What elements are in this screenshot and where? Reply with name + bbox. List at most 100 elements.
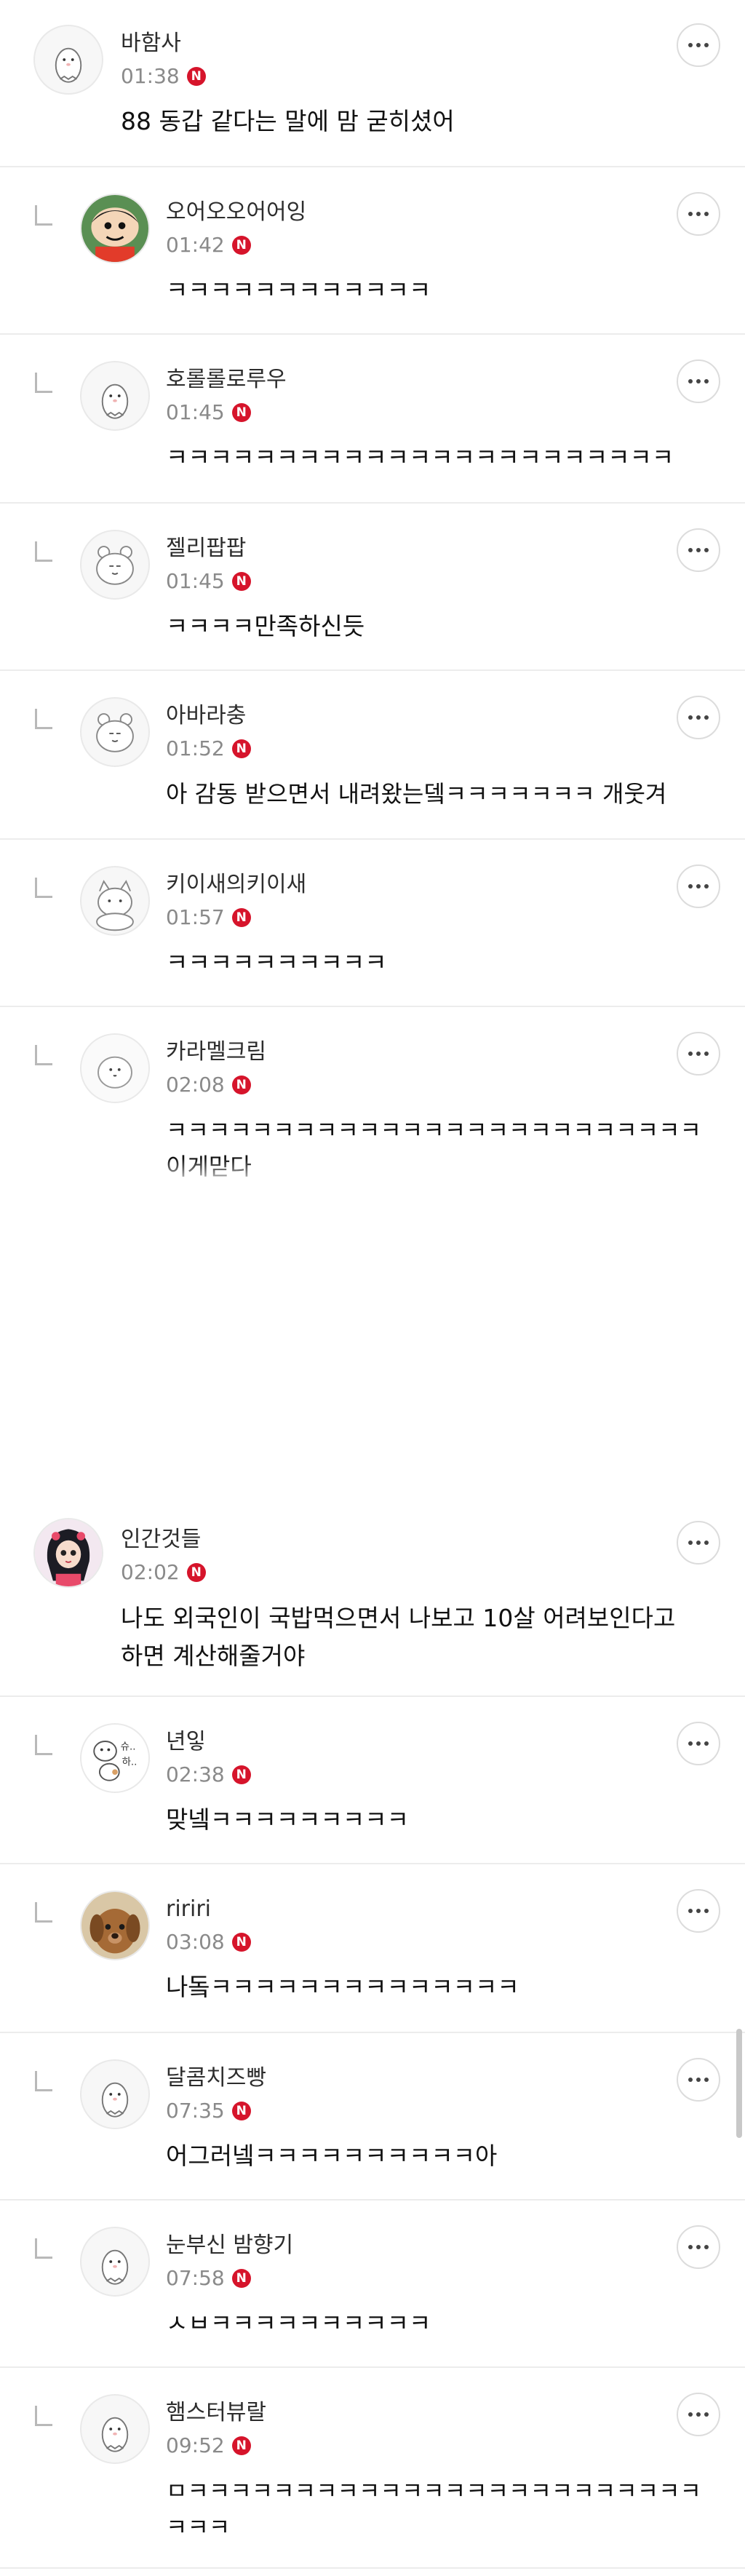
ghost-icon xyxy=(101,383,129,419)
new-badge-icon: N xyxy=(231,1765,251,1784)
ghost-icon xyxy=(101,2249,129,2285)
new-badge-icon: N xyxy=(186,1563,206,1582)
svg-text:슈..: 슈.. xyxy=(121,1741,136,1753)
new-badge-icon: N xyxy=(186,67,206,86)
cartoon-avatar xyxy=(81,195,148,262)
more-options-button[interactable] xyxy=(677,23,720,67)
more-options-button[interactable] xyxy=(677,1889,720,1933)
bear-icon xyxy=(96,546,134,585)
more-options-button[interactable] xyxy=(677,1521,720,1565)
comment-text: 88 동갑 같다는 말에 맘 굳히셨어 xyxy=(121,107,455,135)
girl-avatar xyxy=(35,1519,102,1586)
comment-text: 나돜ㅋㅋㅋㅋㅋㅋㅋㅋㅋㅋㅋㅋㅋㅋ xyxy=(166,1973,519,2001)
new-badge-icon: N xyxy=(231,236,251,255)
avatar[interactable] xyxy=(80,2394,150,2464)
comment-text: 어그러넼ㅋㅋㅋㅋㅋㅋㅋㅋㅋㅋ아 xyxy=(166,2142,498,2170)
ghost-icon xyxy=(55,47,82,83)
ghost-icon xyxy=(101,2082,129,2118)
comment-reply: 호롤롤로루우 01:45 N ㅋㅋㅋㅋㅋㅋㅋㅋㅋㅋㅋㅋㅋㅋㅋㅋㅋㅋㅋㅋㅋㅋㅋ xyxy=(0,335,745,504)
reply-indicator-icon xyxy=(35,541,52,562)
new-badge-icon: N xyxy=(231,2102,251,2120)
more-options-button[interactable] xyxy=(677,1722,720,1765)
scrollbar-thumb[interactable] xyxy=(736,2029,742,2138)
comment-text: 맞넼ㅋㅋㅋㅋㅋㅋㅋㅋㅋ xyxy=(166,1805,409,1834)
more-options-button[interactable] xyxy=(677,2393,720,2436)
avatar[interactable] xyxy=(80,2227,150,2297)
more-options-button[interactable] xyxy=(677,2058,720,2102)
more-options-button[interactable] xyxy=(677,696,720,739)
comment-time: 02:38 xyxy=(166,1762,225,1786)
comment-time: 01:38 xyxy=(121,64,180,88)
comment-text: 나도 외국인이 국밥먹으면서 나보고 10살 어려보인다고 하면 계산해줄거야 xyxy=(121,1604,676,1670)
reply-indicator-icon xyxy=(35,2406,52,2426)
svg-text:하..: 하.. xyxy=(122,1757,138,1768)
comment-author[interactable]: 오어오오어어잉 xyxy=(166,199,306,226)
more-options-button[interactable] xyxy=(677,359,720,403)
avatar[interactable] xyxy=(33,1518,103,1588)
reply-indicator-icon xyxy=(35,2071,52,2091)
comment-author[interactable]: 젤리팝팝 xyxy=(166,536,246,562)
cat-icon xyxy=(96,880,134,931)
comment-time: 01:42 xyxy=(166,233,225,257)
comment-time: 02:08 xyxy=(166,1073,225,1097)
new-badge-icon: N xyxy=(231,572,251,591)
avatar[interactable] xyxy=(80,1891,150,1960)
comment-author[interactable]: 인간것들 xyxy=(121,1527,201,1553)
comment-time: 01:52 xyxy=(166,736,225,760)
more-options-button[interactable] xyxy=(677,528,720,572)
comment-author[interactable]: 눈부신 밤향기 xyxy=(166,2233,293,2259)
avatar[interactable]: 슈.. 하.. xyxy=(80,1723,150,1793)
comment-reply: 젤리팝팝 01:45 N ㅋㅋㅋㅋ만족하신듯 xyxy=(0,504,745,671)
comment-author[interactable]: 키이새의키이새 xyxy=(166,872,306,898)
reply-indicator-icon xyxy=(35,1735,52,1755)
reply-indicator-icon xyxy=(35,373,52,393)
avatar[interactable] xyxy=(80,2059,150,2129)
reply-indicator-icon xyxy=(35,878,52,898)
avatar[interactable] xyxy=(80,697,150,767)
comment-text: ㅋㅋㅋㅋ만족하신듯 xyxy=(166,612,365,640)
comment-meta: 02:38 N xyxy=(166,1762,251,1787)
avatar[interactable] xyxy=(80,530,150,600)
comment-author[interactable]: 달콤치즈빵 xyxy=(166,2065,266,2091)
dog-photo xyxy=(81,1892,148,1959)
comment-author[interactable]: 카라멜크림 xyxy=(166,1039,266,1065)
comment-author[interactable]: 년잏 xyxy=(166,1729,206,1755)
comment-author[interactable]: 바함사 xyxy=(121,31,181,57)
reply-indicator-icon xyxy=(35,1902,52,1923)
new-badge-icon: N xyxy=(231,2436,251,2455)
new-badge-icon: N xyxy=(231,908,251,927)
avatar[interactable] xyxy=(80,1033,150,1103)
comment-reply: 슈.. 하.. 년잏 02:38 N 맞넼ㅋㅋㅋㅋㅋㅋㅋㅋㅋ xyxy=(0,1697,745,1864)
comment-meta: 01:52 N xyxy=(166,736,251,761)
comment-text: ㅁㅋㅋㅋㅋㅋㅋㅋㅋㅋㅋㅋㅋㅋㅋㅋㅋㅋㅋㅋㅋㅋㅋㅋㅋㅋㅋㅋ xyxy=(166,2477,702,2541)
avatar[interactable] xyxy=(80,194,150,263)
comment-author[interactable]: ririri xyxy=(166,1896,211,1923)
comment-time: 07:35 xyxy=(166,2099,225,2123)
new-badge-icon: N xyxy=(231,739,251,758)
comment-meta: 02:08 N xyxy=(166,1073,251,1097)
comment-author[interactable]: 아바라충 xyxy=(166,703,246,729)
comment-text: ㅅㅂㅋㅋㅋㅋㅋㅋㅋㅋㅋㅋ xyxy=(166,2309,431,2337)
comment-author[interactable]: 햄스터뷰랄 xyxy=(166,2400,266,2426)
more-options-button[interactable] xyxy=(677,1032,720,1076)
comment-section-2: 인간것들 02:02 N 나도 외국인이 국밥먹으면서 나보고 10살 어려보인… xyxy=(0,1499,745,2569)
comment-text: ㅋㅋㅋㅋㅋㅋㅋㅋㅋㅋㅋㅋ xyxy=(166,276,431,304)
comment-text: ㅋㅋㅋㅋㅋㅋㅋㅋㅋㅋㅋㅋㅋㅋㅋㅋㅋㅋㅋㅋㅋㅋㅋ xyxy=(166,443,674,472)
avatar[interactable] xyxy=(33,25,103,95)
comment-time: 02:02 xyxy=(121,1560,180,1584)
comment-reply: 달콤치즈빵 07:35 N 어그러넼ㅋㅋㅋㅋㅋㅋㅋㅋㅋㅋ아 xyxy=(0,2033,745,2201)
reply-indicator-icon xyxy=(35,2238,52,2259)
comment-author[interactable]: 호롤롤로루우 xyxy=(166,367,287,393)
comment-section-1: 바함사 01:38 N 88 동갑 같다는 말에 맘 굳히셨어 오어오오어어잉 … xyxy=(0,0,745,1196)
ghost-icon xyxy=(101,2417,129,2452)
more-options-button[interactable] xyxy=(677,2225,720,2269)
comment-reply: ririri 03:08 N 나돜ㅋㅋㅋㅋㅋㅋㅋㅋㅋㅋㅋㅋㅋㅋ xyxy=(0,1864,745,2033)
new-badge-icon: N xyxy=(231,1076,251,1094)
comment-item: 인간것들 02:02 N 나도 외국인이 국밥먹으면서 나보고 10살 어려보인… xyxy=(0,1499,745,1697)
doodle-avatar: 슈.. 하.. xyxy=(81,1725,148,1792)
avatar[interactable] xyxy=(80,866,150,936)
avatar[interactable] xyxy=(80,361,150,431)
more-options-button[interactable] xyxy=(677,864,720,908)
comment-reply: 눈부신 밤향기 07:58 N ㅅㅂㅋㅋㅋㅋㅋㅋㅋㅋㅋㅋ xyxy=(0,2201,745,2368)
more-options-button[interactable] xyxy=(677,192,720,236)
